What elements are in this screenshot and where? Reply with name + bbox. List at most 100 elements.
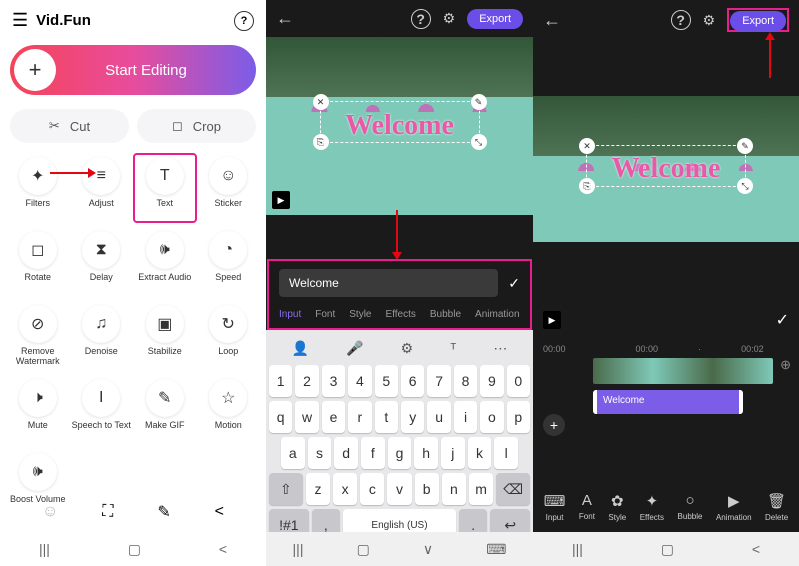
editor-tool-bubble[interactable]: ○Bubble (678, 492, 703, 522)
tool-motion[interactable]: ☆Motion (197, 375, 261, 445)
key-p[interactable]: p (507, 401, 530, 433)
tool-text[interactable]: TText (133, 153, 197, 223)
kb-emoji-icon[interactable]: 👤 (292, 340, 309, 357)
scan-icon[interactable]: ⛶ (102, 503, 113, 521)
tool-loop[interactable]: ↻Loop (197, 301, 261, 371)
key-n[interactable]: n (442, 473, 466, 505)
key-5[interactable]: 5 (375, 365, 398, 397)
video-preview[interactable]: Welcome ✕ ✎ ⎘ ⤡ ▶ (266, 37, 533, 215)
export-button[interactable]: Export (467, 9, 523, 29)
handle-copy[interactable]: ⎘ (313, 134, 329, 150)
key-f[interactable]: f (361, 437, 385, 469)
tool-denoise[interactable]: ♫Denoise (70, 301, 134, 371)
key-0[interactable]: 0 (507, 365, 530, 397)
handle-edit[interactable]: ✎ (471, 94, 487, 110)
key-shift[interactable]: ⇧ (269, 473, 303, 505)
key-q[interactable]: q (269, 401, 292, 433)
play-button[interactable]: ▶ (272, 191, 290, 209)
key-c[interactable]: c (360, 473, 384, 505)
key-backspace[interactable]: ⌫ (496, 473, 530, 505)
handle-copy[interactable]: ⎘ (579, 178, 595, 194)
back-icon[interactable]: ← (543, 10, 561, 31)
key-b[interactable]: b (415, 473, 439, 505)
kb-translate-icon[interactable]: ᵀ (450, 340, 456, 357)
tool-speech-to-text[interactable]: ISpeech to Text (70, 375, 134, 445)
handle-resize[interactable]: ⤡ (471, 134, 487, 150)
key-t[interactable]: t (375, 401, 398, 433)
nav-back[interactable]: < (752, 541, 760, 557)
key-6[interactable]: 6 (401, 365, 424, 397)
tool-delay[interactable]: ⧗Delay (70, 227, 134, 297)
editor-tool-effects[interactable]: ✦Effects (640, 492, 664, 522)
key-m[interactable]: m (469, 473, 493, 505)
tab-style[interactable]: Style (349, 309, 371, 320)
tool-remove-watermark[interactable]: ⊘Remove Watermark (6, 301, 70, 371)
help-icon[interactable]: ? (671, 10, 691, 30)
confirm-icon[interactable]: ✓ (508, 275, 520, 292)
handle-delete[interactable]: ✕ (579, 138, 595, 154)
key-s[interactable]: s (308, 437, 332, 469)
key-9[interactable]: 9 (480, 365, 503, 397)
key-4[interactable]: 4 (348, 365, 371, 397)
editor-tool-style[interactable]: ✿Style (608, 492, 626, 522)
editor-tool-font[interactable]: AFont (579, 492, 595, 522)
tool-adjust[interactable]: ≡Adjust (70, 153, 134, 223)
menu-icon[interactable]: ☰ (12, 10, 28, 31)
key-k[interactable]: k (468, 437, 492, 469)
back-icon[interactable]: ← (276, 8, 294, 29)
key-x[interactable]: x (333, 473, 357, 505)
crop-button[interactable]: ◻Crop (137, 109, 256, 143)
tab-font[interactable]: Font (315, 309, 335, 320)
key-2[interactable]: 2 (295, 365, 318, 397)
key-w[interactable]: w (295, 401, 318, 433)
key-o[interactable]: o (480, 401, 503, 433)
key-r[interactable]: r (348, 401, 371, 433)
confirm-icon[interactable]: ✓ (776, 310, 789, 330)
tool-make-gif[interactable]: ✎Make GIF (133, 375, 197, 445)
tool-speed[interactable]: ◔Speed (197, 227, 261, 297)
key-i[interactable]: i (454, 401, 477, 433)
help-icon[interactable]: ? (411, 9, 431, 29)
key-z[interactable]: z (306, 473, 330, 505)
nav-back[interactable]: ∨ (423, 541, 433, 558)
timeline-text-clip[interactable]: Welcome (593, 390, 743, 414)
tab-animation[interactable]: Animation (475, 309, 519, 320)
nav-recents[interactable]: ||| (293, 541, 304, 557)
editor-tool-delete[interactable]: 🗑Delete (765, 492, 788, 522)
tool-sticker[interactable]: ☺Sticker (197, 153, 261, 223)
nav-home[interactable]: ▢ (661, 541, 674, 558)
nav-recents[interactable]: ||| (572, 541, 583, 557)
key-e[interactable]: e (322, 401, 345, 433)
nav-home[interactable]: ▢ (128, 541, 141, 558)
cut-button[interactable]: ✂Cut (10, 109, 129, 143)
editor-tool-input[interactable]: ⌨Input (544, 492, 566, 522)
tool-rotate[interactable]: ◻Rotate (6, 227, 70, 297)
key-g[interactable]: g (388, 437, 412, 469)
add-track-button[interactable]: + (543, 414, 565, 436)
tool-extract-audio[interactable]: 🕪Extract Audio (133, 227, 197, 297)
text-selection-box[interactable]: ✕ ✎ ⎘ ⤡ (320, 101, 480, 143)
text-input[interactable] (279, 269, 498, 297)
zoom-icon[interactable]: ⊕ (780, 357, 791, 373)
magic-icon[interactable]: ✎ (157, 502, 170, 522)
tool-mute[interactable]: 🕨Mute (6, 375, 70, 445)
key-7[interactable]: 7 (427, 365, 450, 397)
timeline-thumbnails[interactable] (593, 358, 773, 384)
text-selection-box[interactable]: ✕ ✎ ⎘ ⤡ (586, 145, 746, 187)
start-editing-button[interactable]: + Start Editing (10, 45, 256, 95)
key-1[interactable]: 1 (269, 365, 292, 397)
kb-more-icon[interactable]: ⋯ (493, 340, 507, 357)
key-l[interactable]: l (494, 437, 518, 469)
editor-tool-animation[interactable]: ▶Animation (716, 492, 752, 522)
nav-home[interactable]: ▢ (357, 541, 370, 558)
export-button[interactable]: Export (730, 11, 786, 31)
key-d[interactable]: d (334, 437, 358, 469)
emoji-picker-icon[interactable]: ☺ (42, 503, 58, 521)
handle-resize[interactable]: ⤡ (737, 178, 753, 194)
key-v[interactable]: v (387, 473, 411, 505)
key-a[interactable]: a (281, 437, 305, 469)
tab-effects[interactable]: Effects (386, 309, 416, 320)
settings-icon[interactable]: ⚙ (703, 12, 716, 29)
timeline[interactable]: 00:00 00:00·00:02 Welcome (533, 338, 799, 414)
key-h[interactable]: h (414, 437, 438, 469)
